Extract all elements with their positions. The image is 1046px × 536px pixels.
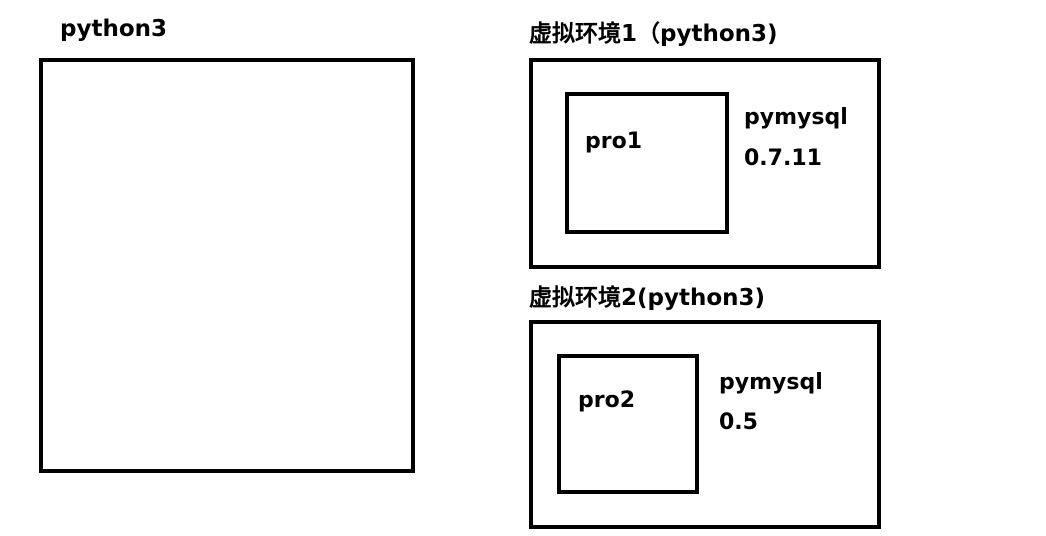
env1-box: pro1 pymysql 0.7.11 [529,58,881,269]
env1-package-version: 0.7.11 [744,146,822,171]
system-python-title: python3 [60,16,168,42]
env2-title: 虚拟环境2(python3) [529,285,766,311]
env2-project-label: pro2 [578,388,636,413]
env2-package-version: 0.5 [719,410,758,435]
env1-title: 虚拟环境1（python3) [529,21,778,47]
system-python-box [39,58,415,473]
env1-project-box: pro1 [565,92,729,234]
env1-project-label: pro1 [585,129,643,154]
env1-package-name: pymysql [744,105,848,130]
env2-project-box: pro2 [557,354,699,494]
env2-package-name: pymysql [719,370,823,395]
env2-box: pro2 pymysql 0.5 [529,320,881,529]
